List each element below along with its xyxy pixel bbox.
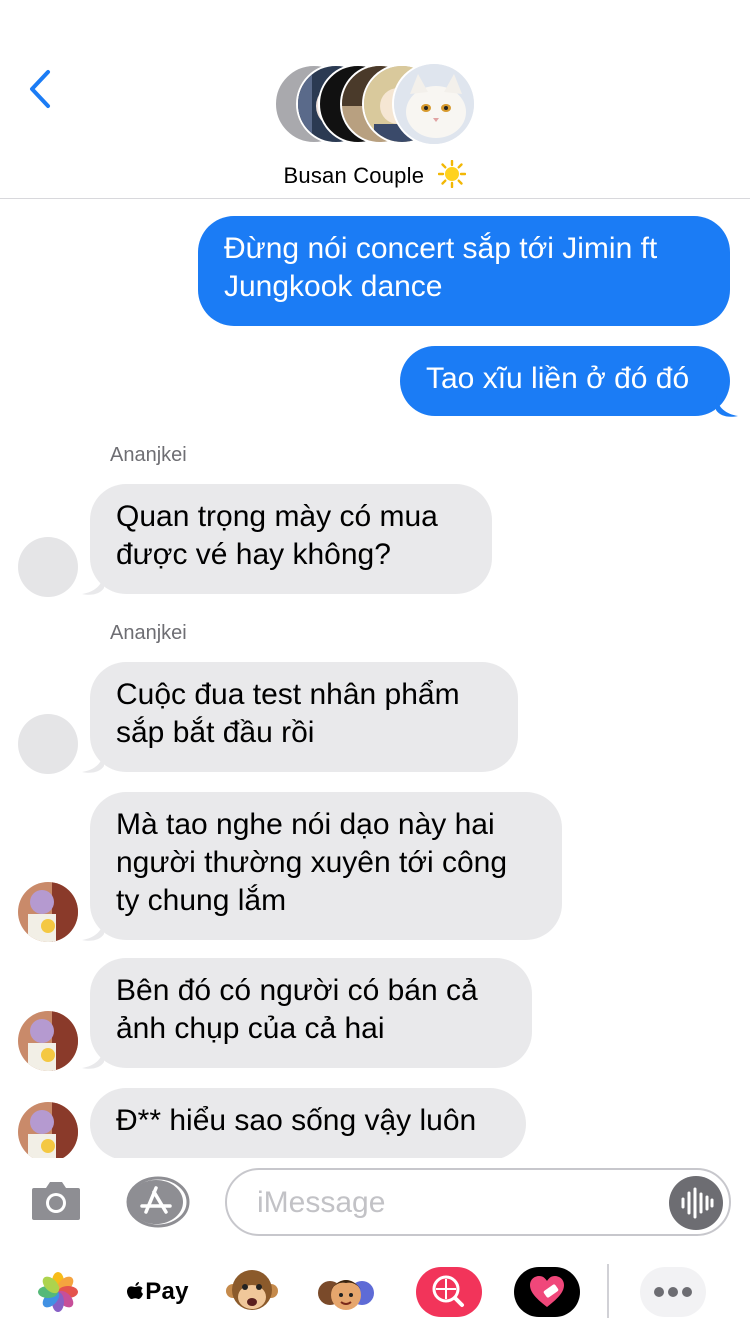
audio-waveform-icon[interactable] bbox=[669, 1176, 723, 1230]
group-avatar-stack[interactable] bbox=[274, 62, 478, 148]
sent-message-bubble[interactable]: Đừng nói concert sắp tới Jimin ft Jungko… bbox=[198, 216, 730, 326]
app-drawer: Pay bbox=[0, 1250, 750, 1334]
received-message-bubble[interactable]: Đ** hiểu sao sống vậy luôn bbox=[90, 1088, 526, 1160]
message-text: Bên đó có người có bán cả ảnh chụp của c… bbox=[116, 974, 478, 1045]
message-text: Quan trọng mày có mua được vé hay không? bbox=[116, 500, 438, 571]
apple-logo-icon bbox=[127, 1282, 144, 1299]
message-field[interactable] bbox=[225, 1168, 731, 1236]
sent-message-bubble[interactable]: Tao xĩu liền ở đó đó bbox=[400, 346, 730, 416]
app-store-icon[interactable] bbox=[126, 1176, 190, 1228]
photos-icon[interactable] bbox=[28, 1264, 88, 1320]
sender-name: Ananjkei bbox=[110, 444, 187, 466]
heart-app-icon[interactable] bbox=[514, 1264, 580, 1320]
sender-avatar[interactable] bbox=[18, 1011, 78, 1071]
member-avatar bbox=[392, 62, 476, 146]
memoji-icon[interactable] bbox=[316, 1264, 376, 1320]
bubble-tail bbox=[82, 752, 104, 773]
sender-avatar[interactable] bbox=[18, 1102, 78, 1162]
message-text: Tao xĩu liền ở đó đó bbox=[426, 362, 690, 395]
more-icon[interactable] bbox=[640, 1264, 706, 1320]
sender-avatar[interactable] bbox=[18, 714, 78, 774]
apple-pay-label: Pay bbox=[145, 1278, 189, 1305]
group-title[interactable]: Busan Couple bbox=[0, 159, 750, 194]
bubble-tail bbox=[82, 574, 104, 595]
image-search-icon[interactable] bbox=[416, 1264, 482, 1320]
message-text: Đ** hiểu sao sống vậy luôn bbox=[116, 1104, 477, 1137]
received-message-bubble[interactable]: Bên đó có người có bán cả ảnh chụp của c… bbox=[90, 958, 532, 1068]
sender-avatar[interactable] bbox=[18, 537, 78, 597]
received-message-bubble[interactable]: Mà tao nghe nói dạo này hai người thường… bbox=[90, 792, 562, 940]
apple-pay-icon[interactable]: Pay bbox=[122, 1264, 192, 1320]
bubble-tail bbox=[716, 396, 738, 417]
group-name-label: Busan Couple bbox=[283, 162, 425, 188]
conversation-header: Busan Couple bbox=[0, 0, 750, 199]
bubble-tail bbox=[82, 920, 104, 941]
monkey-animoji-icon[interactable] bbox=[222, 1264, 282, 1320]
camera-icon[interactable] bbox=[30, 1178, 82, 1222]
message-input[interactable] bbox=[255, 1182, 659, 1224]
sender-name: Ananjkei bbox=[110, 622, 187, 644]
message-text: Đừng nói concert sắp tới Jimin ft Jungko… bbox=[224, 232, 658, 303]
sender-avatar[interactable] bbox=[18, 882, 78, 942]
received-message-bubble[interactable]: Quan trọng mày có mua được vé hay không? bbox=[90, 484, 492, 594]
received-message-bubble[interactable]: Cuộc đua test nhân phẩm sắp bắt đầu rồi bbox=[90, 662, 518, 772]
back-chevron-icon[interactable] bbox=[24, 66, 58, 112]
sun-emoji-icon bbox=[438, 159, 467, 194]
message-text: Cuộc đua test nhân phẩm sắp bắt đầu rồi bbox=[116, 678, 460, 749]
composer-bar bbox=[0, 1158, 750, 1248]
bubble-tail bbox=[82, 1048, 104, 1069]
drawer-divider bbox=[607, 1264, 609, 1318]
message-text: Mà tao nghe nói dạo này hai người thường… bbox=[116, 808, 508, 917]
